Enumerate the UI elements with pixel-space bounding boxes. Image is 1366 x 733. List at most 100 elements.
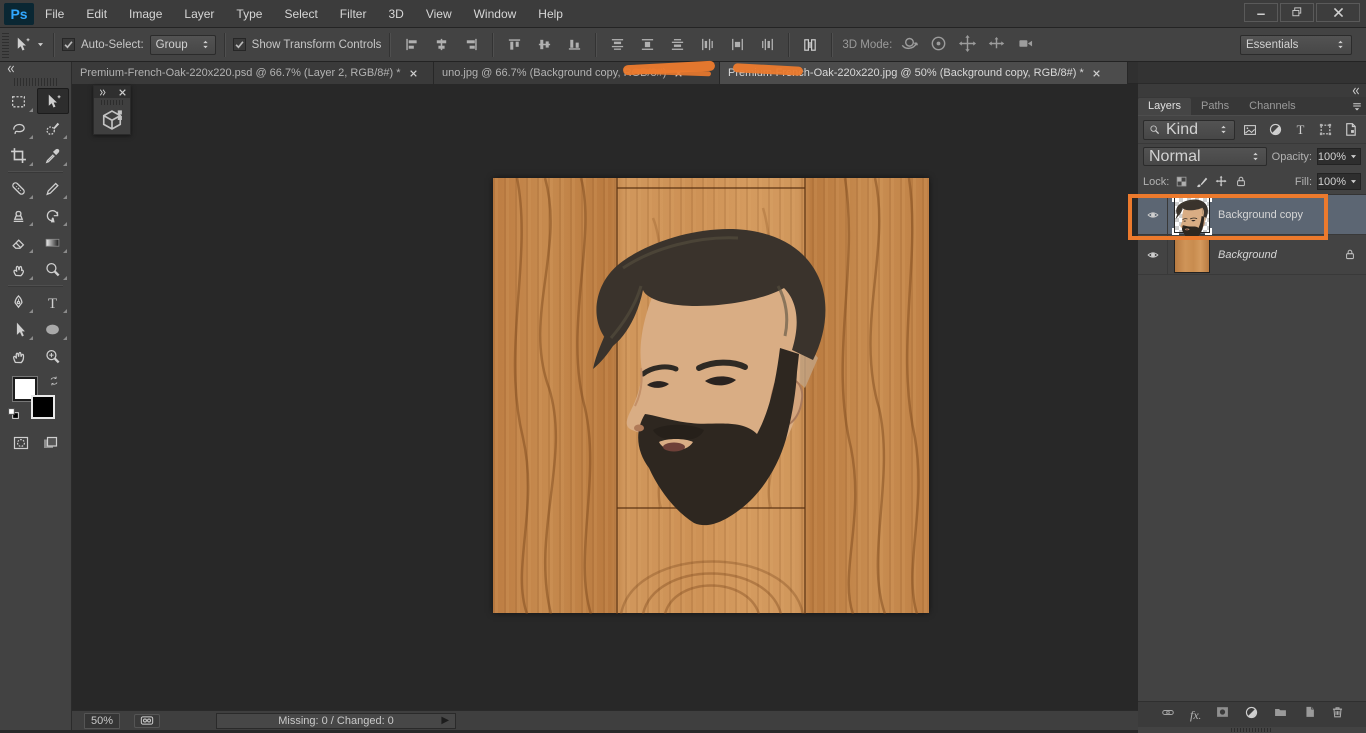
adjustment-filter-button[interactable]: [1266, 122, 1286, 137]
add-layer-mask-button[interactable]: [1214, 705, 1231, 724]
panel-resize-grip[interactable]: [1138, 727, 1366, 733]
gradient-tool[interactable]: [37, 229, 69, 255]
canvas-pasteboard[interactable]: [72, 84, 1138, 710]
tab-channels[interactable]: Channels: [1239, 98, 1305, 115]
opacity-field[interactable]: 100%: [1317, 148, 1361, 165]
close-button[interactable]: [1316, 3, 1360, 22]
menu-view[interactable]: View: [415, 0, 463, 28]
dodge-tool[interactable]: [37, 256, 69, 282]
auto-select-checkbox[interactable]: [62, 38, 75, 51]
filter-kind-dropdown[interactable]: Kind: [1143, 120, 1235, 140]
healing-brush-tool[interactable]: [3, 175, 35, 201]
delete-layer-button[interactable]: [1330, 705, 1345, 724]
smart-object-filter-button[interactable]: [1341, 122, 1361, 137]
show-transform-checkbox[interactable]: [233, 38, 246, 51]
screen-mode-button[interactable]: [40, 435, 60, 456]
menu-3d[interactable]: 3D: [377, 0, 414, 28]
layer-row-background-copy[interactable]: Background copy: [1138, 195, 1366, 235]
3d-roll-button[interactable]: [929, 34, 948, 56]
doc-tab-2[interactable]: uno.jpg @ 66.7% (Background copy, RGB/8#…: [434, 62, 720, 84]
background-color-swatch[interactable]: [31, 395, 55, 419]
tab-layers[interactable]: Layers: [1138, 98, 1191, 115]
rectangular-marquee-tool[interactable]: [3, 88, 35, 114]
shape-filter-button[interactable]: [1316, 122, 1336, 137]
layer-name[interactable]: Background: [1218, 249, 1344, 261]
blend-mode-dropdown[interactable]: Normal: [1143, 147, 1267, 166]
distribute-top-edges-button[interactable]: [604, 33, 630, 57]
smudge-tool[interactable]: [3, 256, 35, 282]
link-layers-button[interactable]: [1159, 706, 1177, 724]
quick-mask-button[interactable]: [11, 435, 31, 456]
crop-tool[interactable]: [3, 142, 35, 168]
align-vertical-centers-button[interactable]: [531, 33, 557, 57]
auto-align-layers-button[interactable]: [797, 33, 823, 57]
menu-filter[interactable]: Filter: [329, 0, 378, 28]
move-tool[interactable]: [37, 88, 69, 114]
menu-file[interactable]: File: [34, 0, 75, 28]
layer-thumbnail[interactable]: [1174, 237, 1210, 273]
3d-slide-button[interactable]: [987, 34, 1006, 56]
layer-visibility-toggle[interactable]: [1138, 235, 1168, 274]
distribute-right-edges-button[interactable]: [754, 33, 780, 57]
tab-paths[interactable]: Paths: [1191, 98, 1239, 115]
swap-colors-icon[interactable]: [47, 375, 61, 387]
align-right-edges-button[interactable]: [458, 33, 484, 57]
tab-close-icon[interactable]: [674, 69, 683, 78]
distribute-vertical-centers-button[interactable]: [634, 33, 660, 57]
menu-edit[interactable]: Edit: [75, 0, 118, 28]
menu-type[interactable]: Type: [225, 0, 273, 28]
3d-panel-icon[interactable]: [101, 109, 123, 131]
new-layer-button[interactable]: [1302, 705, 1317, 724]
sync-status-button[interactable]: [134, 714, 160, 728]
align-left-edges-button[interactable]: [398, 33, 424, 57]
pencil-tool[interactable]: [37, 175, 69, 201]
type-tool[interactable]: T: [37, 289, 69, 315]
align-bottom-edges-button[interactable]: [561, 33, 587, 57]
expand-panel-icon[interactable]: [97, 88, 108, 97]
tools-panel-grip[interactable]: [14, 78, 57, 86]
fill-field[interactable]: 100%: [1317, 173, 1361, 190]
3d-camera-button[interactable]: [1016, 36, 1035, 54]
default-colors-icon[interactable]: [7, 407, 20, 420]
lock-paint-button[interactable]: [1195, 175, 1209, 189]
collapse-panel-icon[interactable]: [4, 64, 17, 74]
minimize-button[interactable]: [1244, 3, 1278, 22]
layer-thumbnail[interactable]: [1174, 197, 1210, 233]
layers-list-empty-area[interactable]: [1138, 275, 1366, 701]
zoom-tool[interactable]: [37, 343, 69, 369]
ellipse-shape-tool[interactable]: [37, 316, 69, 342]
lock-position-button[interactable]: [1215, 175, 1229, 189]
tool-preset-chevron-icon[interactable]: [36, 40, 45, 49]
layer-visibility-toggle[interactable]: [1138, 195, 1168, 234]
collapse-dock-icon[interactable]: [1349, 86, 1362, 96]
panel-grip[interactable]: [101, 100, 123, 105]
3d-pan-button[interactable]: [958, 34, 977, 56]
lock-transparency-button[interactable]: [1175, 175, 1189, 189]
menu-window[interactable]: Window: [463, 0, 528, 28]
menu-help[interactable]: Help: [527, 0, 574, 28]
eraser-tool[interactable]: [3, 229, 35, 255]
clone-stamp-tool[interactable]: [3, 202, 35, 228]
doc-tab-1[interactable]: Premium-French-Oak-220x220.psd @ 66.7% (…: [72, 62, 434, 84]
pixel-filter-button[interactable]: [1240, 123, 1260, 137]
panel-menu-icon[interactable]: [1351, 100, 1363, 112]
layer-style-button[interactable]: fx.: [1190, 706, 1201, 724]
3d-orbit-button[interactable]: [900, 34, 919, 56]
distribute-left-edges-button[interactable]: [694, 33, 720, 57]
type-filter-button[interactable]: T: [1291, 122, 1311, 137]
eyedropper-tool[interactable]: [37, 142, 69, 168]
distribute-horizontal-centers-button[interactable]: [724, 33, 750, 57]
lock-all-button[interactable]: [1235, 175, 1247, 188]
quick-selection-tool[interactable]: [37, 115, 69, 141]
document-image[interactable]: [493, 178, 929, 613]
layer-name[interactable]: Background copy: [1218, 209, 1366, 221]
close-panel-icon[interactable]: [118, 88, 127, 97]
document-status[interactable]: Missing: 0 / Changed: 0 ▶: [216, 713, 456, 729]
menu-layer[interactable]: Layer: [173, 0, 225, 28]
align-horizontal-centers-button[interactable]: [428, 33, 454, 57]
menu-select[interactable]: Select: [273, 0, 328, 28]
pen-tool[interactable]: [3, 289, 35, 315]
layer-row-background[interactable]: Background: [1138, 235, 1366, 275]
tab-close-icon[interactable]: [1092, 69, 1101, 78]
menu-image[interactable]: Image: [118, 0, 173, 28]
